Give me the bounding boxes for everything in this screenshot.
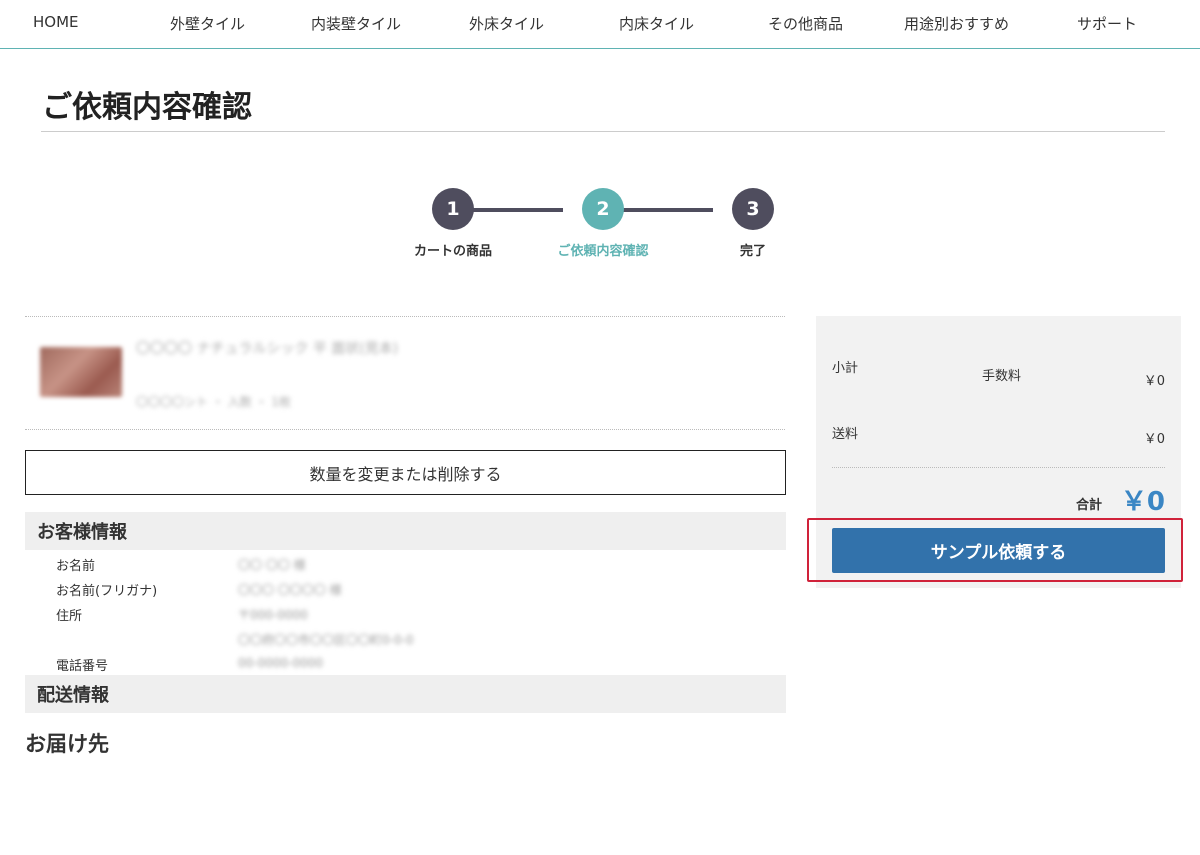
customer-info-heading: お客様情報 — [25, 512, 786, 550]
checkout-steps: 1 2 3 カートの商品 ご依頼内容確認 完了 — [380, 188, 820, 268]
nav-item-interior-wall[interactable]: 内装壁タイル — [311, 13, 401, 34]
step-3-label: 完了 — [739, 244, 767, 259]
title-divider — [41, 131, 1165, 132]
total-label: 合計 — [1076, 498, 1103, 513]
fee-label: 手数料 — [982, 369, 1022, 384]
customer-kana-label: お名前(フリガナ) — [56, 584, 158, 599]
request-sample-button[interactable]: サンプル依頼する — [832, 528, 1165, 573]
customer-postal-value: 〒000-0000 — [238, 608, 308, 622]
shipping-value: ￥0 — [1143, 432, 1165, 447]
nav-item-support[interactable]: サポート — [1077, 13, 1137, 34]
item-divider-bottom — [25, 429, 785, 430]
customer-kana-value: 〇〇〇 〇〇〇〇 様 — [238, 583, 342, 597]
customer-address-value: 〇〇府〇〇市〇〇区〇〇町0-0-0 — [238, 633, 414, 647]
delivery-destination-heading: お届け先 — [25, 732, 109, 756]
page-title: ご依頼内容確認 — [42, 90, 252, 125]
item-divider-top — [25, 316, 785, 317]
total-value: ￥0 — [1120, 487, 1165, 517]
customer-address-label: 住所 — [56, 609, 83, 624]
step-2-circle: 2 — [582, 188, 624, 230]
product-name: 〇〇〇〇 ナチュラルシック 平 面状(見本) — [136, 341, 399, 357]
customer-phone-value: 00-0000-0000 — [238, 656, 324, 670]
fee-value: ￥0 — [1143, 374, 1165, 389]
change-quantity-button[interactable]: 数量を変更または削除する — [25, 450, 786, 495]
product-thumbnail — [40, 347, 122, 397]
customer-phone-label: 電話番号 — [56, 659, 109, 674]
top-nav: HOME 外壁タイル 内装壁タイル 外床タイル 内床タイル その他商品 用途別お… — [0, 0, 1200, 49]
shipping-info-heading: 配送情報 — [25, 675, 786, 713]
shipping-label: 送料 — [832, 427, 859, 442]
nav-item-exterior-floor[interactable]: 外床タイル — [469, 13, 544, 34]
step-1-circle: 1 — [432, 188, 474, 230]
step-2-label: ご依頼内容確認 — [557, 244, 649, 259]
nav-item-recommendations[interactable]: 用途別おすすめ — [904, 13, 1009, 34]
customer-name-label: お名前 — [56, 559, 96, 574]
nav-item-other-products[interactable]: その他商品 — [768, 13, 843, 34]
product-meta: 〇〇〇〇ント ・ 入数 ・ 1枚 — [136, 395, 291, 409]
nav-item-exterior-wall[interactable]: 外壁タイル — [170, 13, 245, 34]
summary-divider — [832, 467, 1165, 468]
subtotal-label: 小計 — [832, 361, 859, 376]
step-3-circle: 3 — [732, 188, 774, 230]
customer-name-value: 〇〇 〇〇 様 — [238, 558, 306, 572]
step-1-label: カートの商品 — [413, 244, 493, 259]
nav-item-home[interactable]: HOME — [33, 13, 79, 31]
nav-item-interior-floor[interactable]: 内床タイル — [619, 13, 694, 34]
